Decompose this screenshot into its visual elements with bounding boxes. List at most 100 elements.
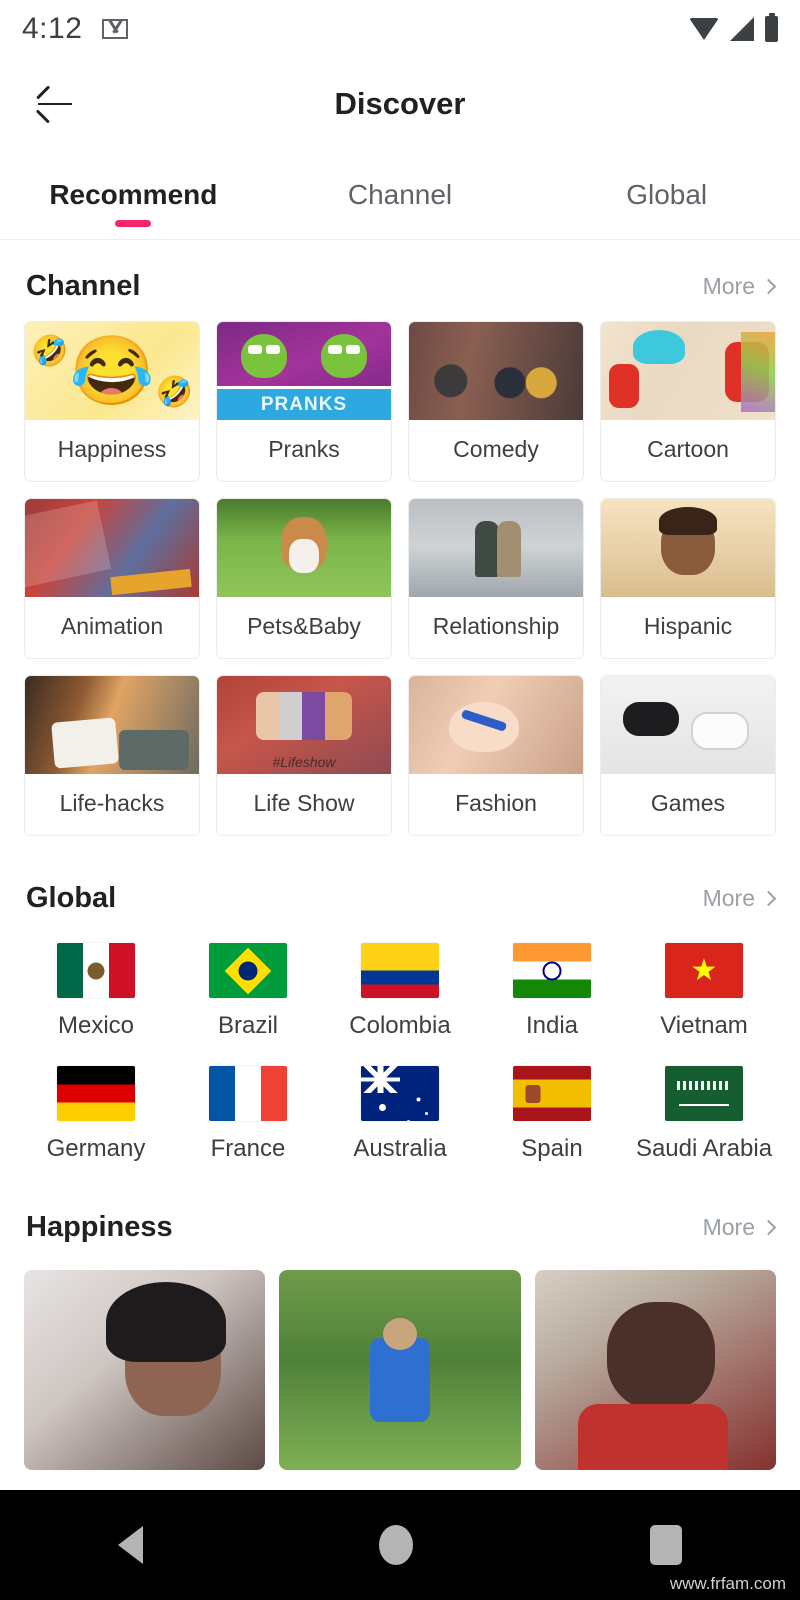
tab-global[interactable]: Global: [533, 150, 800, 239]
scroll-content[interactable]: Channel More 🤣 😂 🤣 Happiness PRANKS Pran…: [0, 240, 800, 1490]
life-hacks-thumbnail: [25, 676, 199, 774]
nav-home-circle-icon[interactable]: [379, 1525, 414, 1565]
happiness-section-header: Happiness More: [0, 1163, 800, 1262]
tab-bar: Recommend Channel Global: [0, 150, 800, 240]
country-label: Germany: [46, 1135, 146, 1162]
channel-card-label: Hispanic: [643, 613, 733, 639]
tab-global-label: Global: [626, 178, 708, 210]
happiness-video-row: [0, 1262, 800, 1470]
channel-card-life-show[interactable]: #Lifeshow Life Show: [216, 675, 392, 836]
chevron-right-icon: [760, 1219, 777, 1236]
status-bar: 4:12: [0, 0, 800, 58]
laugh-emoji-icon: 🤣: [31, 335, 69, 368]
video-thumbnail[interactable]: [279, 1270, 521, 1470]
country-label: Spain: [521, 1135, 583, 1162]
global-section-header: Global More: [0, 836, 800, 933]
channel-card-cartoon[interactable]: Cartoon: [600, 321, 776, 482]
pets-baby-thumbnail: [217, 499, 391, 597]
pranks-banner-text: PRANKS: [217, 386, 391, 420]
video-thumbnail[interactable]: [24, 1270, 266, 1470]
happiness-more-link[interactable]: More: [702, 1214, 777, 1241]
channel-card-label: Happiness: [57, 436, 167, 462]
channel-more-link[interactable]: More: [702, 273, 777, 300]
flag-saudi-arabia-icon: [665, 1066, 743, 1121]
flag-colombia-icon: [361, 943, 439, 998]
channel-card-happiness[interactable]: 🤣 😂 🤣 Happiness: [24, 321, 200, 482]
back-button[interactable]: [32, 81, 78, 127]
flag-germany-icon: [57, 1066, 135, 1121]
nav-recents-square-icon[interactable]: [649, 1525, 682, 1565]
battery-icon: [765, 13, 778, 42]
channel-card-label: Relationship: [432, 613, 560, 639]
comedy-thumbnail: [409, 322, 583, 420]
tab-channel[interactable]: Channel: [267, 150, 534, 239]
life-show-caption: #Lifeshow: [272, 754, 336, 770]
country-item-saudi-arabia[interactable]: Saudi Arabia: [628, 1066, 780, 1163]
channel-grid: 🤣 😂 🤣 Happiness PRANKS Pranks Comedy Car…: [0, 321, 800, 836]
channel-card-comedy[interactable]: Comedy: [408, 321, 584, 482]
star-icon: ★: [690, 953, 718, 987]
country-label: Vietnam: [660, 1012, 748, 1039]
chevron-right-icon: [760, 890, 777, 907]
country-label: Mexico: [57, 1012, 135, 1039]
tab-recommend[interactable]: Recommend: [0, 150, 267, 239]
channel-card-fashion[interactable]: Fashion: [408, 675, 584, 836]
channel-card-pets-baby[interactable]: Pets&Baby: [216, 498, 392, 659]
nav-back-triangle-icon[interactable]: [118, 1526, 144, 1564]
channel-card-label: Fashion: [455, 790, 537, 816]
flag-brazil-icon: [209, 943, 287, 998]
channel-card-games[interactable]: Games: [600, 675, 776, 836]
country-label: France: [210, 1135, 286, 1162]
country-item-vietnam[interactable]: ★ Vietnam: [628, 943, 780, 1040]
happiness-thumbnail: 🤣 😂 🤣: [25, 322, 199, 420]
global-more-label: More: [702, 885, 755, 911]
fashion-thumbnail: [409, 676, 583, 774]
cartoon-graffiti-icon: [741, 332, 775, 412]
channel-card-animation[interactable]: Animation: [24, 498, 200, 659]
games-thumbnail: [601, 676, 775, 774]
tab-recommend-label: Recommend: [49, 178, 218, 210]
flag-india-icon: [513, 943, 591, 998]
channel-card-label: Comedy: [453, 436, 539, 462]
wifi-icon: [689, 18, 719, 40]
pranks-thumbnail: PRANKS: [217, 322, 391, 420]
country-item-australia[interactable]: Australia: [324, 1066, 476, 1163]
channel-card-label: Life Show: [253, 790, 355, 816]
country-item-colombia[interactable]: Colombia: [324, 943, 476, 1040]
country-item-brazil[interactable]: Brazil: [172, 943, 324, 1040]
happiness-more-label: More: [702, 1214, 755, 1240]
global-grid: Mexico Brazil Colombia India ★ Vietnam G…: [0, 933, 800, 1163]
country-item-germany[interactable]: Germany: [20, 1066, 172, 1163]
channel-card-hispanic[interactable]: Hispanic: [600, 498, 776, 659]
tab-channel-label: Channel: [347, 178, 453, 210]
channel-more-label: More: [702, 273, 755, 299]
app-bar: Discover: [0, 58, 800, 150]
back-arrow-icon: [38, 102, 72, 106]
laughing-emoji-icon: 😂: [69, 333, 155, 409]
global-more-link[interactable]: More: [702, 885, 777, 912]
channel-card-label: Games: [650, 790, 726, 816]
channel-section-title: Channel: [26, 270, 141, 302]
country-item-france[interactable]: France: [172, 1066, 324, 1163]
country-label: Colombia: [349, 1012, 451, 1039]
laugh-emoji-icon: 🤣: [155, 376, 193, 409]
country-label: India: [525, 1012, 579, 1039]
channel-section-header: Channel More: [0, 240, 800, 321]
country-item-mexico[interactable]: Mexico: [20, 943, 172, 1040]
chevron-right-icon: [760, 278, 777, 295]
watermark-text: www.frfam.com: [669, 1574, 786, 1593]
gmail-icon: [102, 19, 129, 39]
country-item-spain[interactable]: Spain: [476, 1066, 628, 1163]
channel-card-life-hacks[interactable]: Life-hacks: [24, 675, 200, 836]
happiness-section-title: Happiness: [26, 1211, 173, 1243]
channel-card-label: Life-hacks: [59, 790, 165, 816]
channel-card-relationship[interactable]: Relationship: [408, 498, 584, 659]
relationship-thumbnail: [409, 499, 583, 597]
status-system-icons: [689, 13, 778, 42]
video-thumbnail[interactable]: [534, 1270, 776, 1470]
channel-card-pranks[interactable]: PRANKS Pranks: [216, 321, 392, 482]
tab-inactive-indicator: [649, 220, 685, 227]
hispanic-thumbnail: [601, 499, 775, 597]
country-label: Australia: [353, 1135, 447, 1162]
country-item-india[interactable]: India: [476, 943, 628, 1040]
